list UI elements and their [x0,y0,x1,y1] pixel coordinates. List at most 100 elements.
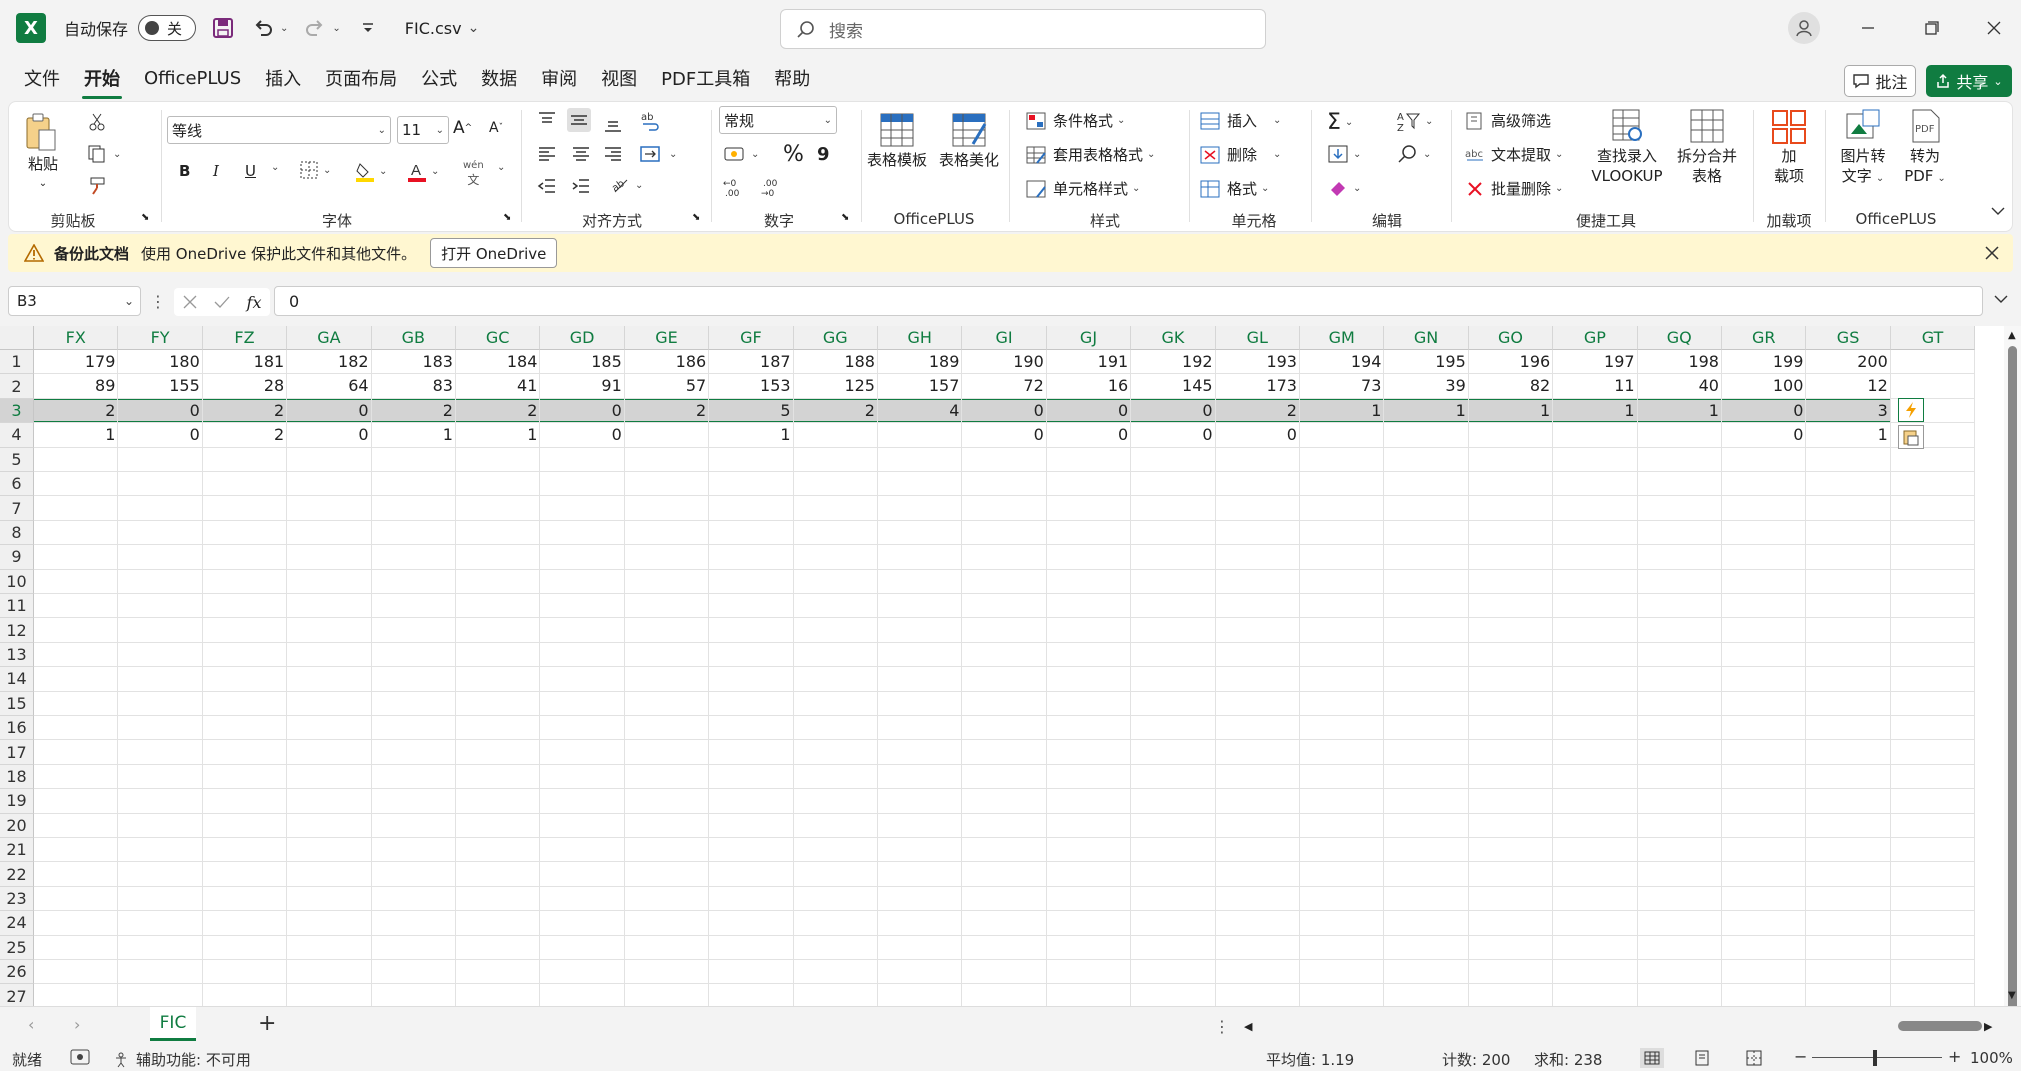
cell[interactable]: 1 [372,423,456,447]
cell[interactable]: 195 [1384,350,1468,374]
horizontal-scroll-thumb[interactable] [1898,1021,1982,1031]
copy-icon[interactable]: ⌄ [87,144,121,164]
row-header[interactable]: 18 [0,764,34,790]
column-header[interactable]: GI [962,326,1047,350]
column-header[interactable]: GS [1806,326,1891,350]
cell[interactable]: 199 [1722,350,1806,374]
menu-tab-3[interactable]: 插入 [263,59,303,97]
add-sheet-icon[interactable]: + [258,1011,276,1036]
cell[interactable] [1638,423,1722,447]
increase-font-icon[interactable]: A ^ [453,118,472,138]
confirm-entry-icon[interactable] [214,295,230,309]
menu-tab-1[interactable]: 开始 [82,59,122,99]
row-header[interactable]: 21 [0,838,34,863]
column-header[interactable]: GB [371,326,456,350]
percent-button[interactable]: % [783,142,804,167]
column-header[interactable]: GK [1131,326,1216,350]
restore-icon[interactable] [1918,14,1946,42]
number-launcher-icon[interactable]: ⬊ [841,212,849,223]
accounting-format-icon[interactable]: ⌄ [723,144,759,164]
column-header[interactable]: GG [793,326,878,350]
comma-style-button[interactable]: 9 [817,144,830,165]
cell[interactable]: 155 [118,374,202,398]
cell[interactable]: 125 [794,374,878,398]
cell[interactable]: 11 [1553,374,1637,398]
italic-button[interactable]: I [213,162,219,180]
cell[interactable]: 1 [1469,399,1553,423]
row-header[interactable]: 11 [0,594,34,619]
vertical-scrollbar[interactable]: ▲ ▼ [2004,326,2021,1071]
column-header[interactable]: GO [1468,326,1554,350]
cell[interactable]: 0 [118,399,202,423]
cell[interactable]: 0 [1216,423,1300,447]
delete-cells-button[interactable]: 删除 ⌄ [1199,144,1281,165]
align-middle-icon[interactable] [567,108,591,132]
column-header[interactable]: GJ [1046,326,1132,350]
vertical-scroll-thumb[interactable] [2008,346,2017,1071]
advanced-filter-button[interactable]: 高级筛选 [1465,110,1551,131]
cell[interactable]: 1 [1638,399,1722,423]
cell[interactable]: 188 [794,350,878,374]
cell[interactable]: 0 [1722,399,1806,423]
menu-tab-10[interactable]: 帮助 [772,59,812,97]
scroll-down-icon[interactable]: ▼ [2008,990,2016,1001]
split-merge-button[interactable]: 拆分合并 表格 [1669,106,1745,186]
cell[interactable]: 0 [540,423,624,447]
collapse-ribbon-icon[interactable] [1991,206,2005,216]
underline-button[interactable]: U [245,162,256,180]
cell[interactable]: 89 [34,374,118,398]
comment-button[interactable]: 批注 [1844,65,1916,97]
conditional-format-button[interactable]: 条件格式 ⌄ [1025,110,1125,131]
cell[interactable]: 0 [1131,399,1215,423]
cell[interactable]: 1 [1384,399,1468,423]
cell[interactable]: 2 [34,399,118,423]
zoom-out-icon[interactable]: − [1794,1047,1807,1066]
column-header[interactable]: GN [1384,326,1469,350]
column-header[interactable]: GE [624,326,710,350]
cell[interactable]: 1 [1300,399,1384,423]
cell[interactable]: 57 [625,374,709,398]
cancel-entry-icon[interactable] [183,295,197,309]
cell[interactable] [625,423,709,447]
cell[interactable]: 184 [456,350,540,374]
column-header[interactable]: GD [540,326,625,350]
cell[interactable]: 198 [1638,350,1722,374]
cell[interactable]: 39 [1384,374,1468,398]
zoom-slider-thumb[interactable] [1873,1050,1877,1066]
cell[interactable]: 0 [1722,423,1806,447]
cell[interactable] [1891,350,1975,374]
text-extract-button[interactable]: abc 文本提取 ⌄ [1465,144,1563,165]
format-as-table-button[interactable]: 套用表格格式 ⌄ [1025,144,1155,165]
cell[interactable]: 0 [962,423,1046,447]
row-header[interactable]: 7 [0,496,34,521]
row-header[interactable]: 8 [0,520,34,546]
row-header[interactable]: 10 [0,569,34,594]
row-header[interactable]: 19 [0,789,34,814]
cell-styles-button[interactable]: 单元格样式 ⌄ [1025,178,1140,199]
phonetic-icon[interactable]: wén 文 [463,160,484,188]
clear-icon[interactable]: ⌄ [1327,178,1361,198]
cell[interactable]: 0 [1047,423,1131,447]
column-header[interactable]: GM [1300,326,1385,350]
cell[interactable]: 190 [962,350,1046,374]
column-header[interactable]: GR [1722,326,1807,350]
cell[interactable]: 1 [34,423,118,447]
cell[interactable]: 100 [1722,374,1806,398]
column-header[interactable]: GF [709,326,794,350]
accessibility-status[interactable]: 辅助功能: 不可用 [114,1049,251,1070]
cell[interactable]: 16 [1047,374,1131,398]
zoom-slider[interactable] [1812,1057,1942,1058]
status-average[interactable]: 平均值: 1.19 [1266,1049,1354,1070]
row-header[interactable]: 12 [0,618,34,643]
cell[interactable]: 41 [456,374,540,398]
cell[interactable]: 73 [1300,374,1384,398]
row-header[interactable]: 13 [0,642,34,668]
menu-tab-9[interactable]: PDF工具箱 [659,59,752,97]
cell[interactable]: 83 [372,374,456,398]
cut-icon[interactable] [87,112,107,132]
cell[interactable]: 183 [372,350,456,374]
cell[interactable]: 2 [1216,399,1300,423]
cell[interactable]: 193 [1216,350,1300,374]
select-all-corner[interactable] [0,326,34,350]
align-bottom-icon[interactable] [603,114,623,134]
